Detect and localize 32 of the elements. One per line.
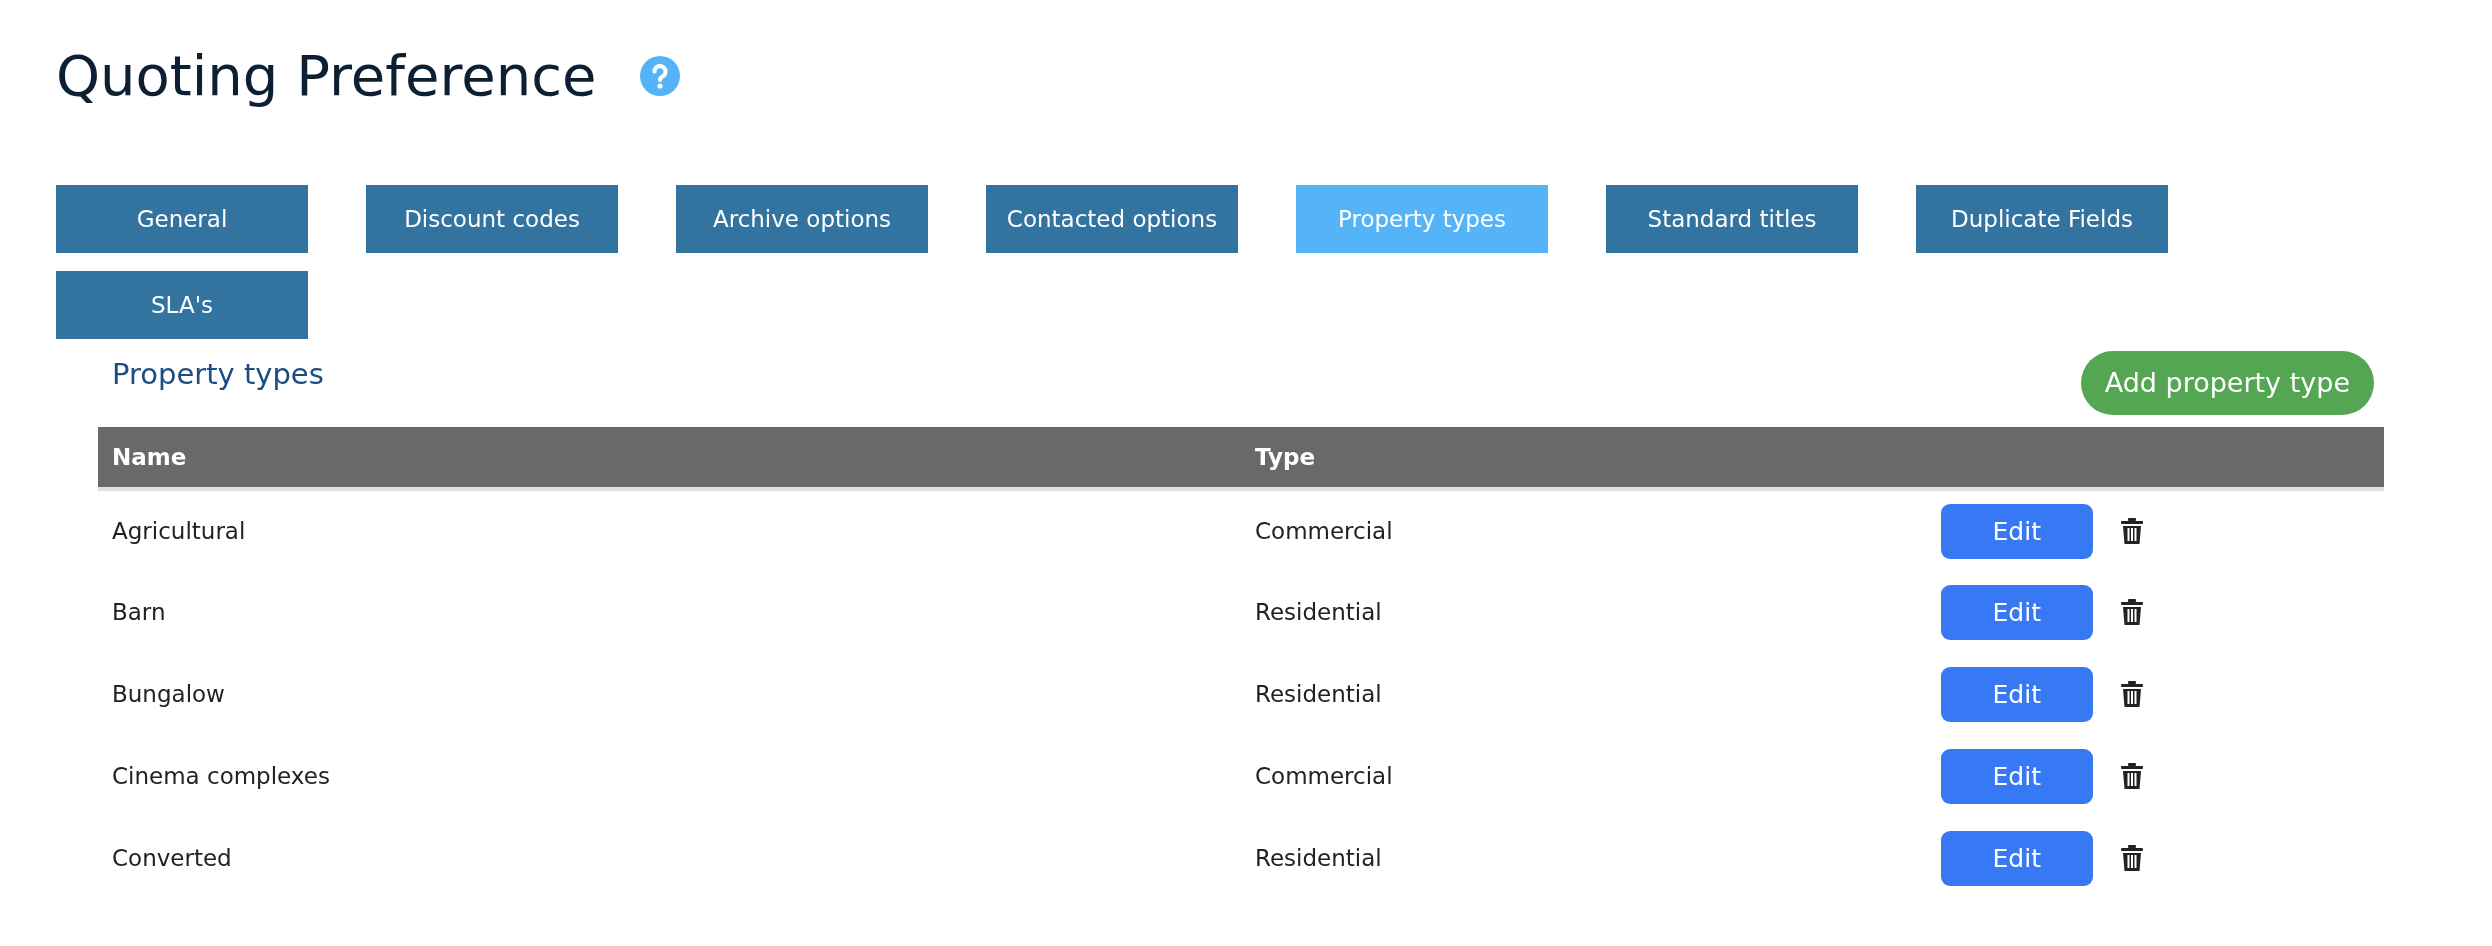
tab[interactable]: General <box>56 184 308 253</box>
trash-icon[interactable] <box>2120 599 2143 626</box>
table-cell: Converted <box>112 845 232 872</box>
table-cell: Residential <box>1255 845 1382 872</box>
tab[interactable]: Archive options <box>676 184 928 253</box>
trash-icon[interactable] <box>2120 845 2143 872</box>
tab[interactable]: Discount codes <box>366 184 618 253</box>
table-cell: Commercial <box>1255 763 1393 790</box>
tab[interactable]: Duplicate Fields <box>1916 184 2168 253</box>
column-header: Name <box>98 427 1241 490</box>
column-header: Type <box>1241 427 1927 490</box>
table-cell: Bungalow <box>112 681 225 708</box>
tab[interactable]: SLA's <box>56 270 308 339</box>
table-cell: Barn <box>112 599 166 626</box>
tab[interactable]: Contacted options <box>986 184 1238 253</box>
edit-button[interactable]: Edit <box>1940 503 2093 559</box>
add-property-type-button[interactable]: Add property type <box>2080 350 2374 416</box>
table-cell: Agricultural <box>112 518 246 545</box>
table-cell: Cinema complexes <box>112 763 330 790</box>
trash-icon[interactable] <box>2120 518 2143 545</box>
table-cell: Residential <box>1255 681 1382 708</box>
table-cell: Commercial <box>1255 518 1393 545</box>
trash-icon[interactable] <box>2120 681 2143 708</box>
section-title: Property types <box>112 355 324 393</box>
trash-icon[interactable] <box>2120 763 2143 790</box>
edit-button[interactable]: Edit <box>1940 666 2093 722</box>
edit-button[interactable]: Edit <box>1940 584 2093 640</box>
tab[interactable]: Standard titles <box>1606 184 1858 253</box>
edit-button[interactable]: Edit <box>1940 830 2093 886</box>
table-cell: Residential <box>1255 599 1382 626</box>
edit-button[interactable]: Edit <box>1940 748 2093 804</box>
page-title: Quoting Preference <box>56 42 597 110</box>
